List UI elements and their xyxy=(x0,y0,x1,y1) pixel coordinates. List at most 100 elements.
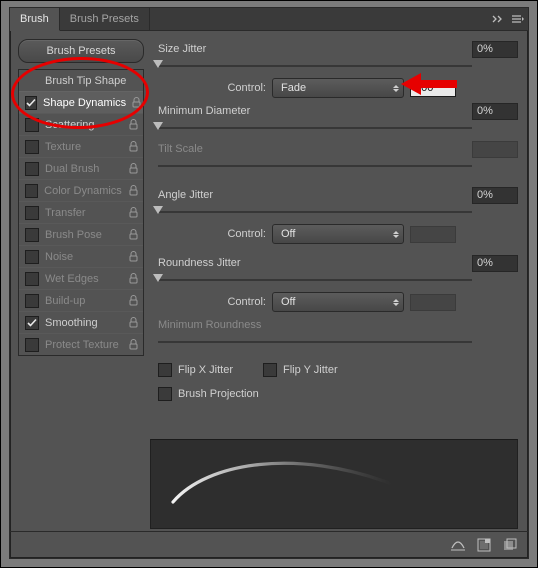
checkbox-icon[interactable] xyxy=(25,228,39,242)
shape-dynamics-properties: Size Jitter 0% Control: Fade 200 Minimum xyxy=(150,31,528,433)
checkbox-icon xyxy=(158,363,172,377)
checkbox-icon[interactable] xyxy=(25,96,37,110)
lock-icon[interactable] xyxy=(127,119,139,130)
new-preset-icon[interactable] xyxy=(474,536,494,554)
sidebar-item-smoothing[interactable]: Smoothing xyxy=(19,311,143,333)
sidebar-item-brush-pose[interactable]: Brush Pose xyxy=(19,223,143,245)
brush-projection-label: Brush Projection xyxy=(178,388,259,400)
sidebar-item-noise[interactable]: Noise xyxy=(19,245,143,267)
lock-icon[interactable] xyxy=(127,251,139,262)
lock-icon[interactable] xyxy=(127,141,139,152)
checkbox-icon[interactable] xyxy=(25,316,39,330)
sidebar-item-label: Scattering xyxy=(45,119,121,131)
panel-tab-bar: Brush Brush Presets xyxy=(10,8,528,31)
flip-x-jitter-label: Flip X Jitter xyxy=(178,364,233,376)
select-arrows-icon xyxy=(393,299,399,306)
checkbox-icon[interactable] xyxy=(25,250,39,264)
tab-brush[interactable]: Brush xyxy=(10,8,60,31)
min-diameter-row: Minimum Diameter 0% xyxy=(158,101,518,121)
tab-brush-label: Brush xyxy=(20,13,49,25)
roundness-jitter-value[interactable]: 0% xyxy=(472,255,518,272)
checkbox-icon[interactable] xyxy=(25,140,39,154)
flip-y-jitter-checkbox[interactable]: Flip Y Jitter xyxy=(263,363,338,377)
lock-icon[interactable] xyxy=(127,273,139,284)
sidebar-item-label: Transfer xyxy=(45,207,121,219)
min-roundness-row: Minimum Roundness xyxy=(158,315,518,335)
sidebar-item-label: Color Dynamics xyxy=(44,185,122,197)
sidebar-item-dual-brush[interactable]: Dual Brush xyxy=(19,157,143,179)
checkbox-icon[interactable] xyxy=(25,118,39,132)
lock-icon[interactable] xyxy=(128,185,139,196)
lock-icon[interactable] xyxy=(127,163,139,174)
angle-jitter-slider[interactable] xyxy=(158,207,518,217)
checkbox-icon xyxy=(158,387,172,401)
checkbox-icon[interactable] xyxy=(25,272,39,286)
sidebar-item-wet-edges[interactable]: Wet Edges xyxy=(19,267,143,289)
size-jitter-value[interactable]: 0% xyxy=(472,41,518,58)
lock-icon[interactable] xyxy=(127,339,139,350)
panel-expand-icon[interactable] xyxy=(488,8,508,30)
min-roundness-label: Minimum Roundness xyxy=(158,319,518,331)
angle-jitter-value[interactable]: 0% xyxy=(472,187,518,204)
control-select-value: Fade xyxy=(281,82,306,94)
checkbox-icon[interactable] xyxy=(25,206,39,220)
brush-projection-checkbox[interactable]: Brush Projection xyxy=(158,387,259,401)
roundness-jitter-row: Roundness Jitter 0% xyxy=(158,253,518,273)
sidebar-item-transfer[interactable]: Transfer xyxy=(19,201,143,223)
lock-icon[interactable] xyxy=(127,229,139,240)
checkbox-icon[interactable] xyxy=(25,162,39,176)
sidebar-item-label: Protect Texture xyxy=(45,339,121,351)
checkbox-icon[interactable] xyxy=(25,294,39,308)
control-select-angle[interactable]: Off xyxy=(272,224,404,244)
control-label: Control: xyxy=(212,82,266,94)
unknown-footer-icon[interactable] xyxy=(500,536,520,554)
control-fade-steps-input[interactable]: 200 xyxy=(410,80,456,97)
tilt-scale-slider xyxy=(158,161,518,171)
control-roundness-value xyxy=(410,294,456,311)
sidebar-item-brush-tip-shape[interactable]: Brush Tip Shape xyxy=(19,70,143,91)
sidebar-item-label: Noise xyxy=(45,251,121,263)
brush-presets-button-label: Brush Presets xyxy=(46,45,115,57)
lock-icon[interactable] xyxy=(132,97,141,108)
control-select-roundness[interactable]: Off xyxy=(272,292,404,312)
flip-x-jitter-checkbox[interactable]: Flip X Jitter xyxy=(158,363,233,377)
lock-icon[interactable] xyxy=(127,317,139,328)
lock-icon[interactable] xyxy=(127,295,139,306)
size-jitter-slider[interactable] xyxy=(158,61,518,71)
size-jitter-label: Size Jitter xyxy=(158,43,466,55)
sidebar-item-texture[interactable]: Texture xyxy=(19,135,143,157)
sidebar-item-label: Dual Brush xyxy=(45,163,121,175)
min-diameter-value[interactable]: 0% xyxy=(472,103,518,120)
control-row-roundness: Control: Off xyxy=(158,291,518,313)
sidebar-item-shape-dynamics[interactable]: Shape Dynamics xyxy=(19,91,143,113)
brush-preview xyxy=(20,439,518,527)
min-diameter-label: Minimum Diameter xyxy=(158,105,466,117)
min-roundness-slider xyxy=(158,337,518,347)
tilt-scale-label: Tilt Scale xyxy=(158,143,466,155)
brush-options-list: Brush Tip Shape Shape Dynamics Scatterin… xyxy=(18,69,144,356)
panel-menu-icon[interactable] xyxy=(508,8,528,30)
tab-brush-presets[interactable]: Brush Presets xyxy=(60,8,150,30)
sidebar-item-label: Brush Pose xyxy=(45,229,121,241)
control-select-size[interactable]: Fade xyxy=(272,78,404,98)
sidebar-item-label: Smoothing xyxy=(45,317,121,329)
brush-presets-button[interactable]: Brush Presets xyxy=(18,39,144,63)
control-label: Control: xyxy=(212,228,266,240)
tilt-scale-row: Tilt Scale xyxy=(158,139,518,159)
roundness-jitter-slider[interactable] xyxy=(158,275,518,285)
checkbox-icon[interactable] xyxy=(25,184,38,198)
brush-preview-canvas xyxy=(150,439,518,529)
min-diameter-slider[interactable] xyxy=(158,123,518,133)
select-arrows-icon xyxy=(393,231,399,238)
sidebar-item-protect-texture[interactable]: Protect Texture xyxy=(19,333,143,355)
sidebar-item-label: Brush Tip Shape xyxy=(45,75,139,87)
angle-jitter-label: Angle Jitter xyxy=(158,189,466,201)
sidebar-item-color-dynamics[interactable]: Color Dynamics xyxy=(19,179,143,201)
sidebar-item-label: Shape Dynamics xyxy=(43,97,126,109)
sidebar-item-build-up[interactable]: Build-up xyxy=(19,289,143,311)
lock-icon[interactable] xyxy=(127,207,139,218)
toggle-preview-icon[interactable] xyxy=(448,536,468,554)
checkbox-icon[interactable] xyxy=(25,338,39,352)
angle-jitter-row: Angle Jitter 0% xyxy=(158,185,518,205)
sidebar-item-scattering[interactable]: Scattering xyxy=(19,113,143,135)
